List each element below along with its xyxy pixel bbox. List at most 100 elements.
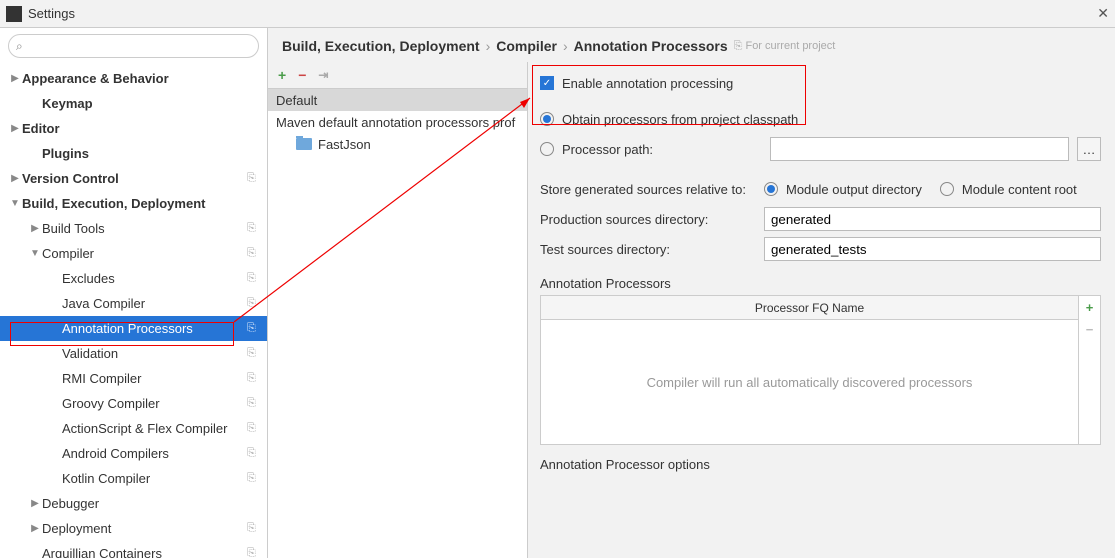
tree-label: Deployment: [42, 521, 247, 536]
copy-icon: ⎘: [247, 522, 261, 536]
tree-item-arquillian-containers[interactable]: Arquillian Containers⎘: [0, 541, 267, 558]
tree-item-editor[interactable]: ▶Editor: [0, 116, 267, 141]
search-icon: ⌕: [16, 39, 23, 54]
tree-arrow-icon: ▶: [28, 223, 42, 234]
profile-label: Default: [276, 93, 317, 108]
tree-label: RMI Compiler: [62, 371, 247, 386]
tree-label: Build, Execution, Deployment: [22, 196, 261, 211]
copy-icon: ⎘: [247, 547, 261, 558]
chevron-right-icon: ›: [563, 38, 568, 54]
tree-item-build-execution-deployment[interactable]: ▼Build, Execution, Deployment: [0, 191, 267, 216]
tree-item-annotation-processors[interactable]: Annotation Processors⎘: [0, 316, 267, 341]
tree-item-rmi-compiler[interactable]: RMI Compiler⎘: [0, 366, 267, 391]
tree-arrow-icon: ▶: [28, 498, 42, 509]
tree-label: Java Compiler: [62, 296, 247, 311]
copy-icon: ⎘: [247, 472, 261, 486]
tree-label: Arquillian Containers: [42, 546, 247, 558]
tree-arrow-icon: ▶: [28, 523, 42, 534]
prod-dir-input[interactable]: [764, 207, 1101, 231]
test-dir-input[interactable]: [764, 237, 1101, 261]
module-content-radio[interactable]: [940, 182, 954, 196]
profile-default[interactable]: Default: [268, 89, 527, 111]
browse-path-button[interactable]: …: [1077, 137, 1101, 161]
settings-tree[interactable]: ▶Appearance & BehaviorKeymap▶EditorPlugi…: [0, 64, 267, 558]
obtain-classpath-radio[interactable]: [540, 112, 554, 126]
profiles-panel: + − ⇥ Default Maven default annotation p…: [268, 62, 528, 558]
tree-arrow-icon: ▶: [8, 73, 22, 84]
processor-path-label: Processor path:: [562, 142, 762, 157]
tree-item-java-compiler[interactable]: Java Compiler⎘: [0, 291, 267, 316]
tree-item-debugger[interactable]: ▶Debugger: [0, 491, 267, 516]
enable-annotation-label: Enable annotation processing: [562, 76, 733, 91]
profile-maven[interactable]: Maven default annotation processors prof: [268, 111, 527, 133]
scope-badge: ⎘ For current project: [734, 40, 836, 53]
prod-dir-label: Production sources directory:: [540, 212, 756, 227]
fq-header: Processor FQ Name: [541, 296, 1078, 320]
tree-item-plugins[interactable]: Plugins: [0, 141, 267, 166]
tree-arrow-icon: ▶: [8, 173, 22, 184]
copy-icon: ⎘: [247, 372, 261, 386]
folder-icon: [296, 138, 312, 150]
test-dir-label: Test sources directory:: [540, 242, 756, 257]
fq-add-button[interactable]: +: [1079, 296, 1100, 318]
annotation-form: Enable annotation processing Obtain proc…: [528, 62, 1115, 558]
store-label: Store generated sources relative to:: [540, 182, 756, 197]
fq-remove-button[interactable]: −: [1079, 318, 1100, 340]
breadcrumb-seg[interactable]: Build, Execution, Deployment: [282, 38, 480, 54]
processor-path-input[interactable]: [770, 137, 1069, 161]
chevron-right-icon: ›: [486, 38, 491, 54]
tree-label: Compiler: [42, 246, 247, 261]
copy-icon: ⎘: [247, 397, 261, 411]
module-output-radio[interactable]: [764, 182, 778, 196]
copy-icon: ⎘: [734, 40, 743, 53]
tree-item-compiler[interactable]: ▼Compiler⎘: [0, 241, 267, 266]
breadcrumb-seg[interactable]: Compiler: [496, 38, 557, 54]
tree-label: Keymap: [42, 96, 261, 111]
tree-label: Kotlin Compiler: [62, 471, 247, 486]
tree-item-version-control[interactable]: ▶Version Control⎘: [0, 166, 267, 191]
tree-item-appearance-behavior[interactable]: ▶Appearance & Behavior: [0, 66, 267, 91]
copy-icon: ⎘: [247, 297, 261, 311]
tree-label: ActionScript & Flex Compiler: [62, 421, 247, 436]
copy-icon: ⎘: [247, 347, 261, 361]
ap-options-label: Annotation Processor options: [540, 457, 1101, 472]
copy-icon: ⎘: [247, 222, 261, 236]
tree-item-validation[interactable]: Validation⎘: [0, 341, 267, 366]
tree-item-groovy-compiler[interactable]: Groovy Compiler⎘: [0, 391, 267, 416]
tree-item-kotlin-compiler[interactable]: Kotlin Compiler⎘: [0, 466, 267, 491]
titlebar: Settings ✕: [0, 0, 1115, 28]
remove-profile-icon[interactable]: −: [298, 67, 306, 83]
tree-item-excludes[interactable]: Excludes⎘: [0, 266, 267, 291]
profiles-tree[interactable]: Default Maven default annotation process…: [268, 88, 527, 558]
tree-label: Excludes: [62, 271, 247, 286]
tree-label: Debugger: [42, 496, 261, 511]
profile-module[interactable]: FastJson: [268, 133, 527, 155]
tree-label: Annotation Processors: [62, 321, 247, 336]
close-icon[interactable]: ✕: [1097, 5, 1109, 22]
tree-item-build-tools[interactable]: ▶Build Tools⎘: [0, 216, 267, 241]
tree-item-keymap[interactable]: Keymap: [0, 91, 267, 116]
tree-item-actionscript-flex-compiler[interactable]: ActionScript & Flex Compiler⎘: [0, 416, 267, 441]
app-icon: [6, 6, 22, 22]
tree-label: Plugins: [42, 146, 261, 161]
tree-label: Editor: [22, 121, 261, 136]
add-profile-icon[interactable]: +: [278, 67, 286, 83]
copy-icon: ⎘: [247, 172, 261, 186]
processor-path-radio[interactable]: [540, 142, 554, 156]
tree-label: Build Tools: [42, 221, 247, 236]
copy-icon: ⎘: [247, 272, 261, 286]
copy-icon: ⎘: [247, 322, 261, 336]
tree-arrow-icon: ▼: [8, 198, 22, 209]
enable-annotation-checkbox[interactable]: [540, 76, 554, 90]
fq-table: Processor FQ Name Compiler will run all …: [540, 295, 1101, 445]
obtain-classpath-label: Obtain processors from project classpath: [562, 112, 798, 127]
tree-item-deployment[interactable]: ▶Deployment⎘: [0, 516, 267, 541]
search-input[interactable]: [8, 34, 259, 58]
move-profile-icon[interactable]: ⇥: [318, 68, 328, 82]
module-output-label: Module output directory: [786, 182, 922, 197]
tree-item-android-compilers[interactable]: Android Compilers⎘: [0, 441, 267, 466]
tree-label: Appearance & Behavior: [22, 71, 261, 86]
profile-label: Maven default annotation processors prof: [276, 115, 515, 130]
copy-icon: ⎘: [247, 447, 261, 461]
settings-sidebar: ⌕ ▶Appearance & BehaviorKeymap▶EditorPlu…: [0, 28, 268, 558]
